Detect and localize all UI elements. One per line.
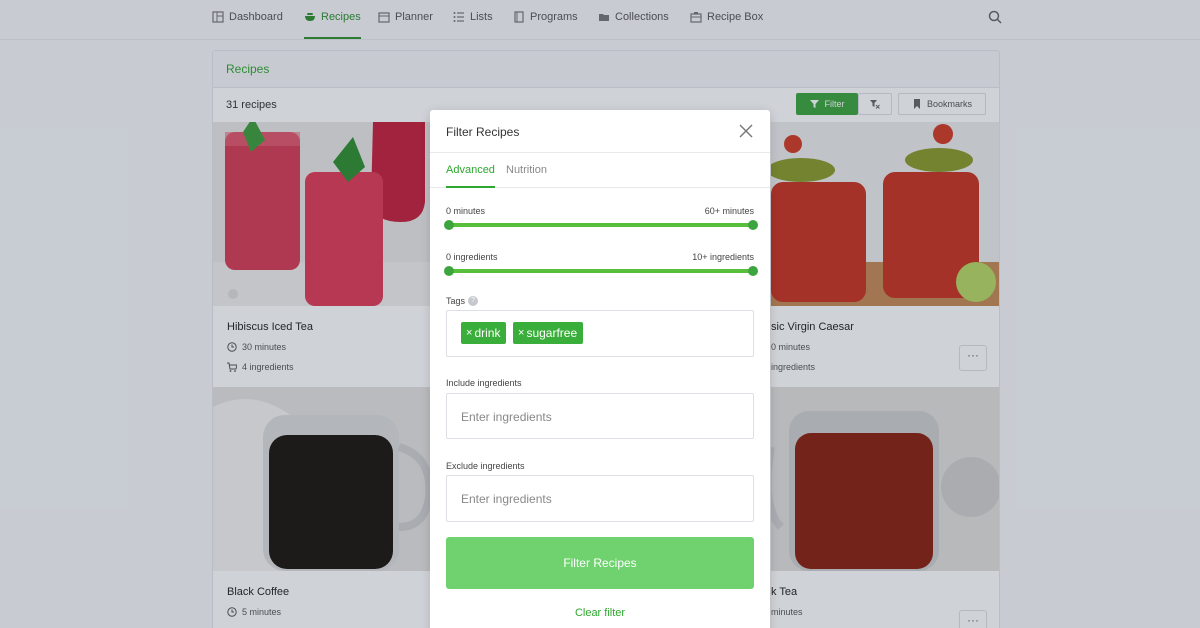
tag-chip-sugarfree[interactable]: × sugarfree xyxy=(513,322,584,344)
exclude-ingredients-label: Exclude ingredients xyxy=(446,461,525,471)
exclude-placeholder: Enter ingredients xyxy=(461,492,552,506)
remove-tag-icon[interactable]: × xyxy=(466,327,472,339)
ingredients-min-label: 0 ingredients xyxy=(446,252,498,262)
time-min-label: 0 minutes xyxy=(446,206,486,216)
remove-tag-icon[interactable]: × xyxy=(518,327,524,339)
tags-input[interactable]: × drink × sugarfree xyxy=(446,310,754,357)
ingredients-min-handle[interactable] xyxy=(444,266,454,276)
modal-header: Filter Recipes xyxy=(430,110,770,153)
modal-title: Filter Recipes xyxy=(446,125,520,139)
filter-recipes-button[interactable]: Filter Recipes xyxy=(446,537,754,589)
exclude-ingredients-input[interactable]: Enter ingredients xyxy=(446,475,754,522)
filter-modal: Filter Recipes Advanced Nutrition 0 minu… xyxy=(430,110,770,628)
time-min-handle[interactable] xyxy=(444,220,454,230)
tab-nutrition[interactable]: Nutrition xyxy=(506,164,547,188)
time-range-slider[interactable] xyxy=(444,220,758,230)
time-max-handle[interactable] xyxy=(748,220,758,230)
include-ingredients-label: Include ingredients xyxy=(446,378,522,388)
time-max-label: 60+ minutes xyxy=(704,206,754,216)
ingredients-max-handle[interactable] xyxy=(748,266,758,276)
include-placeholder: Enter ingredients xyxy=(461,410,552,424)
tab-advanced[interactable]: Advanced xyxy=(446,164,495,188)
ingredients-range-slider[interactable] xyxy=(444,266,758,276)
tags-label: Tags ? xyxy=(446,296,479,306)
close-icon[interactable] xyxy=(739,124,753,138)
tag-chip-drink[interactable]: × drink xyxy=(461,322,507,344)
clear-filter-link[interactable]: Clear filter xyxy=(430,607,770,619)
filter-tabs: Advanced Nutrition xyxy=(430,153,770,188)
include-ingredients-input[interactable]: Enter ingredients xyxy=(446,393,754,439)
ingredients-max-label: 10+ ingredients xyxy=(692,252,754,262)
help-icon[interactable]: ? xyxy=(468,296,479,306)
